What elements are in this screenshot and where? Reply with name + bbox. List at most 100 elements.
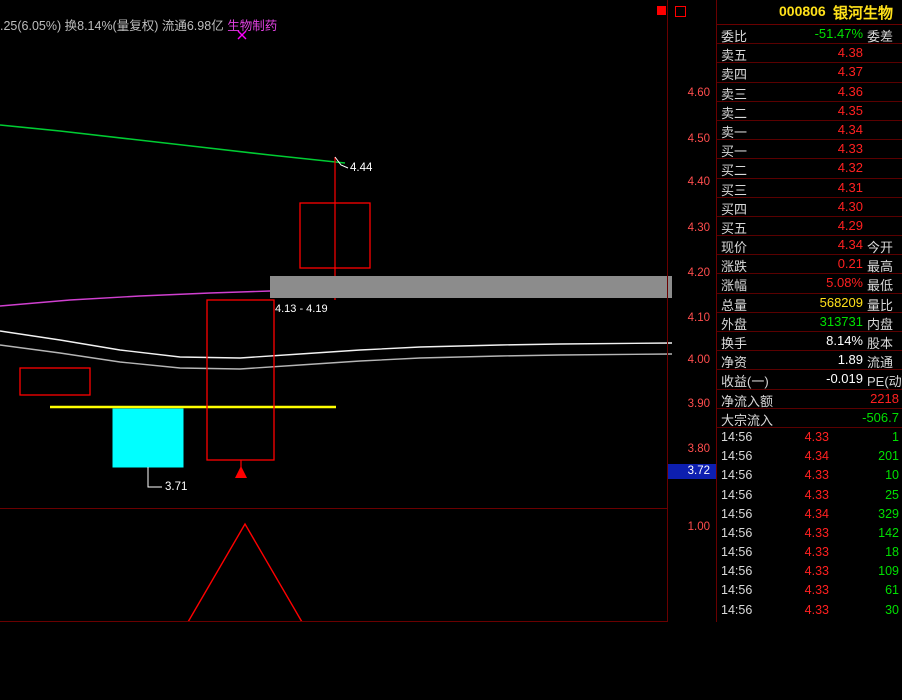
- quote-row-value: 313731: [819, 313, 863, 329]
- quote-row: 涨幅 5.08% 最低: [717, 274, 902, 294]
- ytick-4-00: 4.00: [687, 354, 710, 366]
- tick-price: 4.33: [804, 525, 829, 540]
- quote-row: 卖五 4.38: [717, 44, 902, 64]
- quote-row-label: 外盘: [721, 316, 748, 332]
- quote-row-value: 568209: [819, 294, 863, 310]
- tick-time: 14:56: [721, 602, 753, 617]
- tick-row[interactable]: 14:56 4.33 25: [717, 486, 902, 505]
- tick-row[interactable]: 14:56 4.33 61: [717, 581, 902, 600]
- price-chart-panel[interactable]: .25(6.05%) 换8.14%(量复权) 流通6.98亿 生物制药 4.13…: [0, 0, 716, 622]
- ma-green-line: [0, 124, 346, 164]
- money-flow-row: 净流入额 2218: [717, 390, 902, 409]
- tick-row[interactable]: 14:56 4.34 329: [717, 505, 902, 524]
- tick-row[interactable]: 14:56 4.33 109: [717, 562, 902, 581]
- quote-row-value: 5.08%: [826, 275, 863, 291]
- annotation-low-price: 3.71: [165, 481, 188, 493]
- quote-row-label2: 股本: [867, 336, 894, 351]
- quote-row: 买五 4.29: [717, 217, 902, 237]
- quote-row-label: 卖三: [721, 86, 748, 102]
- buy-arrow-up-icon: [235, 466, 247, 478]
- tick-volume: 61: [885, 583, 899, 598]
- quote-row: 总量 568209 量比: [717, 294, 902, 313]
- grey-zone-band: [270, 276, 672, 298]
- chart-canvas[interactable]: [0, 0, 716, 622]
- quote-row-label: 买二: [721, 163, 748, 179]
- quote-row-value2: 2: [867, 314, 902, 329]
- tick-time: 14:56: [721, 583, 753, 598]
- tick-row[interactable]: 14:56 4.33 30: [717, 601, 902, 620]
- ma-grey-line: [0, 344, 673, 370]
- tick-price: 4.33: [804, 487, 829, 502]
- tick-volume: 142: [878, 525, 899, 540]
- quote-row: 买一 4.33: [717, 140, 902, 160]
- quote-row-label: 涨幅: [721, 278, 748, 294]
- ytick-3-80: 3.80: [687, 443, 710, 455]
- tick-volume: 201: [878, 449, 899, 464]
- quote-row-label: 买四: [721, 201, 748, 217]
- ytick-4-60: 4.60: [687, 87, 710, 99]
- candle-box-red-left: [19, 367, 91, 396]
- quote-row-label: 涨跌: [721, 259, 748, 275]
- quote-row: 外盘313731内盘2: [717, 313, 902, 332]
- quote-row-value: 4.32: [837, 160, 863, 176]
- quote-row-value: 4.30: [837, 198, 863, 214]
- quote-row-label: 现价: [721, 240, 748, 256]
- tick-row[interactable]: 14:56 4.33 18: [717, 543, 902, 562]
- tick-row[interactable]: 14:56 4.33 1: [717, 428, 902, 447]
- money-flow-rows: 净流入额 2218 大宗流入 -506.7: [717, 390, 902, 428]
- money-flow-row: 大宗流入 -506.7: [717, 409, 902, 428]
- tick-row[interactable]: 14:56 4.33 10: [717, 466, 902, 485]
- stock-code: 000806: [779, 3, 826, 19]
- panel-divider: [0, 508, 668, 509]
- tick-price: 4.33: [804, 583, 829, 598]
- ytick-3-90: 3.90: [687, 398, 710, 410]
- tick-time: 14:56: [721, 468, 753, 483]
- tick-time: 14:56: [721, 449, 753, 464]
- quote-row-label2: 量比: [867, 297, 894, 313]
- tick-volume: 10: [885, 468, 899, 483]
- quote-row-label: 卖一: [721, 124, 748, 140]
- tick-list[interactable]: 14:56 4.33 1 14:56 4.34 201 14:56 4.33 10 14:56 4.…: [717, 428, 902, 620]
- sell-cross-icon: [237, 30, 247, 40]
- tick-volume: 25: [885, 487, 899, 502]
- tick-volume: 18: [885, 545, 899, 560]
- annotation-high-price: 4.44: [350, 162, 373, 174]
- tick-price: 4.33: [804, 602, 829, 617]
- quote-row-value: 4.29: [837, 217, 863, 233]
- quote-panel[interactable]: 000806 银河生物 委比 -51.47% 委差 卖五 4.38 卖四 4.37 卖三 4.3…: [716, 0, 902, 622]
- quote-row-label: 卖五: [721, 48, 748, 64]
- quote-row-value: 4.35: [837, 102, 863, 118]
- ytick-4-20: 4.20: [687, 267, 710, 279]
- ytick-4-40: 4.40: [687, 176, 710, 188]
- quote-row-label: 净资: [721, 355, 748, 371]
- quote-header: 000806 银河生物: [717, 0, 902, 25]
- quote-row-value: 8.14%: [826, 333, 863, 348]
- tick-volume: 109: [878, 564, 899, 579]
- quote-row-value: 4.36: [837, 83, 863, 99]
- tick-row[interactable]: 14:56 4.34 201: [717, 447, 902, 466]
- quote-row: 买三 4.31: [717, 179, 902, 198]
- quote-row: 净资 1.89 流通: [717, 351, 902, 371]
- current-price-highlight: 3.72: [668, 464, 716, 479]
- tick-row[interactable]: 14:56 4.33 142: [717, 524, 902, 543]
- quote-row-value: 4.34: [837, 237, 863, 253]
- tick-time: 14:56: [721, 487, 753, 502]
- tick-volume: 329: [878, 506, 899, 521]
- tick-price: 4.34: [804, 506, 829, 521]
- tick-time: 14:56: [721, 564, 753, 579]
- quote-row: 换手 8.14% 股本: [717, 332, 902, 352]
- quote-row: 卖四 4.37: [717, 63, 902, 83]
- quote-row-value: 4.31: [837, 179, 863, 195]
- tick-price: 4.34: [804, 449, 829, 464]
- quote-row-value: -0.019: [826, 371, 863, 387]
- quote-rows: 委比 -51.47% 委差 卖五 4.38 卖四 4.37 卖三 4.36 卖二 4.35 卖一 4.3…: [717, 25, 902, 390]
- ytick-indicator-1-00: 1.00: [687, 521, 710, 533]
- quote-row: 收益(一) -0.019PE(动): [717, 370, 902, 390]
- quote-row-label2: 最高: [867, 259, 894, 275]
- candle-box-cyan: [112, 408, 184, 468]
- quote-row-label2: PE(动): [867, 374, 902, 390]
- money-flow-value: 2218: [870, 390, 899, 406]
- quote-row: 卖二 4.35: [717, 102, 902, 121]
- quote-row: 买四 4.30: [717, 198, 902, 217]
- price-axis: 4.60 4.50 4.40 4.30 4.20 4.10 4.00 3.90 …: [668, 0, 716, 622]
